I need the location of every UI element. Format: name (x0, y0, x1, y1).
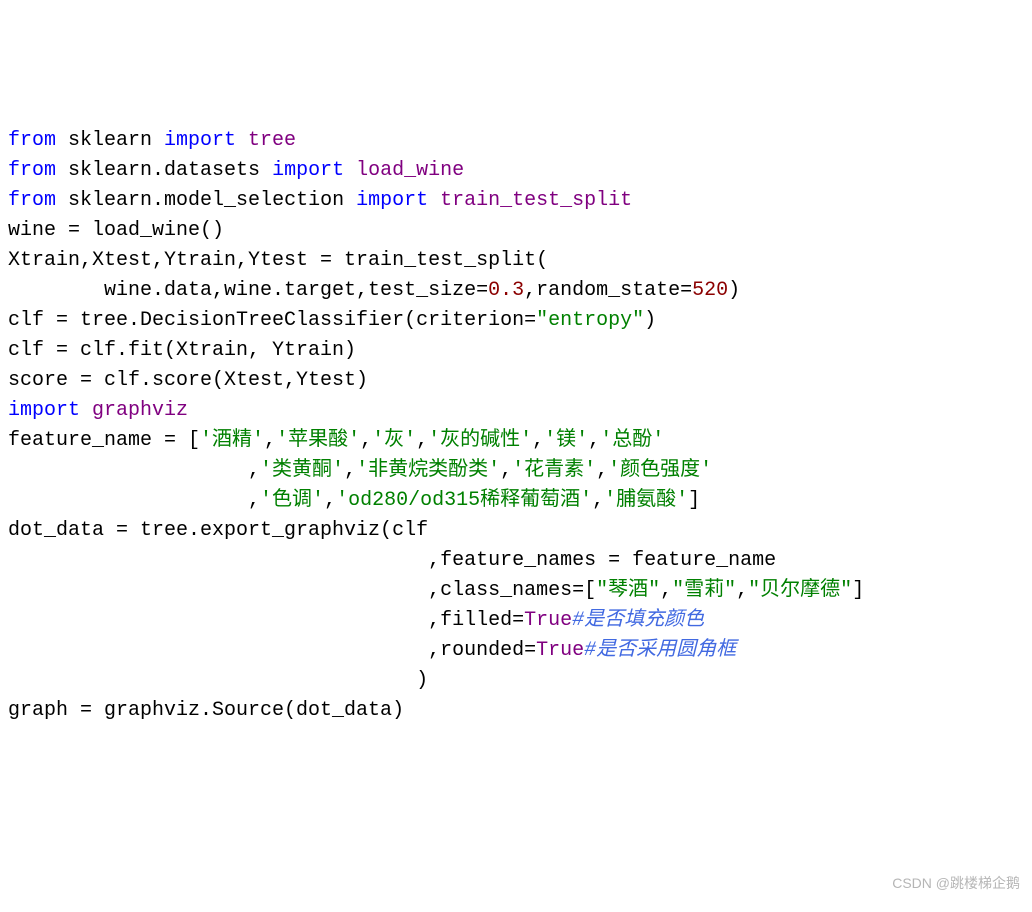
code-token: "贝尔摩德" (748, 579, 852, 602)
code-token: True (536, 639, 584, 662)
code-token: , (416, 429, 428, 452)
code-token: import (356, 189, 440, 212)
code-token: #是否填充颜色 (572, 609, 704, 632)
code-token: sklearn (68, 189, 152, 212)
code-token: from (8, 159, 68, 182)
code-token: '灰的碱性' (428, 429, 532, 452)
code-token: tree (248, 129, 296, 152)
code-line: score = clf.score(Xtest,Ytest) (8, 366, 1024, 396)
code-token: , (588, 429, 600, 452)
code-token: , (660, 579, 672, 602)
code-token: '类黄酮' (260, 459, 344, 482)
code-token: ,class_names=[ (8, 579, 596, 602)
code-line: wine = load_wine() (8, 216, 1024, 246)
code-token: clf = tree.DecisionTreeClassifier(criter… (8, 309, 536, 332)
code-token: clf = clf.fit(Xtrain, Ytrain) (8, 339, 356, 362)
code-token: , (264, 429, 276, 452)
code-token: '颜色强度' (608, 459, 712, 482)
code-line: clf = clf.fit(Xtrain, Ytrain) (8, 336, 1024, 366)
code-line: Xtrain,Xtest,Ytrain,Ytest = train_test_s… (8, 246, 1024, 276)
code-token: '脯氨酸' (604, 489, 688, 512)
code-token: '总酚' (600, 429, 664, 452)
code-line: from sklearn.datasets import load_wine (8, 156, 1024, 186)
code-token: , (500, 459, 512, 482)
code-line: ,rounded=True#是否采用圆角框 (8, 636, 1024, 666)
code-line: ,'色调','od280/od315稀释葡萄酒','脯氨酸'] (8, 486, 1024, 516)
code-line: clf = tree.DecisionTreeClassifier(criter… (8, 306, 1024, 336)
code-line: ,'类黄酮','非黄烷类酚类','花青素','颜色强度' (8, 456, 1024, 486)
code-token: sklearn (68, 129, 164, 152)
code-token: '色调' (260, 489, 324, 512)
code-token: import (272, 159, 356, 182)
code-line: import graphviz (8, 396, 1024, 426)
code-line: ) (8, 666, 1024, 696)
code-token: from (8, 129, 68, 152)
watermark-text: CSDN @跳楼梯企鹅 (892, 873, 1020, 894)
code-line: from sklearn import tree (8, 126, 1024, 156)
code-token: , (596, 459, 608, 482)
code-token: wine = load_wine() (8, 219, 224, 242)
code-line: graph = graphviz.Source(dot_data) (8, 696, 1024, 726)
code-token: ,feature_names = feature_name (8, 549, 776, 572)
code-token: , (532, 429, 544, 452)
code-token: 0.3 (488, 279, 524, 302)
code-line: ,class_names=["琴酒","雪莉","贝尔摩德"] (8, 576, 1024, 606)
code-token: ] (688, 489, 700, 512)
code-token: ,rounded= (8, 639, 536, 662)
code-token: feature_name = [ (8, 429, 200, 452)
code-token: graphviz (92, 399, 188, 422)
code-token: dot_data = tree.export_graphviz(clf (8, 519, 428, 542)
code-token: datasets (164, 159, 272, 182)
code-token: , (592, 489, 604, 512)
code-token: score = clf.score(Xtest,Ytest) (8, 369, 368, 392)
code-token: "雪莉" (672, 579, 736, 602)
code-line: from sklearn.model_selection import trai… (8, 186, 1024, 216)
code-token: , (8, 459, 260, 482)
code-token: , (736, 579, 748, 602)
code-token: ] (852, 579, 864, 602)
code-token: load_wine (356, 159, 464, 182)
code-line: ,feature_names = feature_name (8, 546, 1024, 576)
code-token: 'od280/od315稀释葡萄酒' (336, 489, 592, 512)
code-token: ) (8, 669, 428, 692)
code-token: import (164, 129, 248, 152)
code-token: ,random_state= (524, 279, 692, 302)
code-token: , (324, 489, 336, 512)
code-token: , (8, 489, 260, 512)
code-token: '镁' (544, 429, 588, 452)
code-token: graph = graphviz.Source(dot_data) (8, 699, 404, 722)
code-token: , (360, 429, 372, 452)
code-token: ) (644, 309, 656, 332)
code-token: from (8, 189, 68, 212)
code-token: . (152, 189, 164, 212)
code-token: '非黄烷类酚类' (356, 459, 500, 482)
code-line: ,filled=True#是否填充颜色 (8, 606, 1024, 636)
code-token: "entropy" (536, 309, 644, 332)
code-token: 520 (692, 279, 728, 302)
code-token: , (344, 459, 356, 482)
code-line: wine.data,wine.target,test_size=0.3,rand… (8, 276, 1024, 306)
code-token: model_selection (164, 189, 356, 212)
code-line: dot_data = tree.export_graphviz(clf (8, 516, 1024, 546)
code-token: ) (728, 279, 740, 302)
code-token: import (8, 399, 92, 422)
code-token: ,filled= (8, 609, 524, 632)
code-token: Xtrain,Xtest,Ytrain,Ytest = train_test_s… (8, 249, 548, 272)
code-token: '酒精' (200, 429, 264, 452)
code-token: #是否采用圆角框 (584, 639, 736, 662)
code-token: True (524, 609, 572, 632)
code-token: train_test_split (440, 189, 632, 212)
code-block: from sklearn import treefrom sklearn.dat… (8, 126, 1024, 726)
code-token: '灰' (372, 429, 416, 452)
code-token: sklearn (68, 159, 152, 182)
code-token: '花青素' (512, 459, 596, 482)
code-token: . (152, 159, 164, 182)
code-token: '苹果酸' (276, 429, 360, 452)
code-line: feature_name = ['酒精','苹果酸','灰','灰的碱性','镁… (8, 426, 1024, 456)
code-token: wine.data,wine.target,test_size= (8, 279, 488, 302)
code-token: "琴酒" (596, 579, 660, 602)
